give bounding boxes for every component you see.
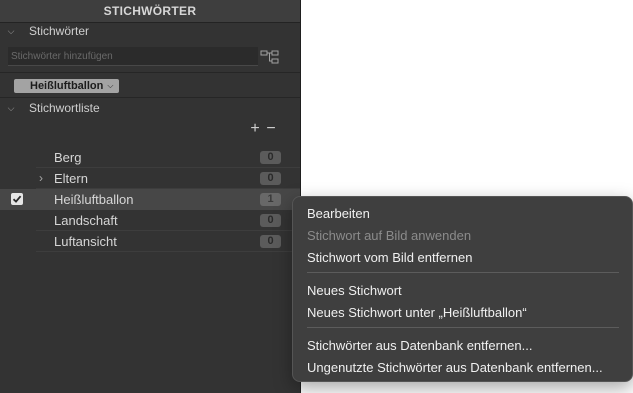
section-keyword-list-header[interactable]: ⌵ Stichwortliste [0, 98, 300, 118]
keyword-filter-chip[interactable]: Heißluftballon ⌵ [14, 79, 120, 93]
keyword-count-badge: 0 [260, 214, 281, 227]
keyword-row[interactable]: › Eltern 0 [0, 168, 300, 189]
chevron-down-icon[interactable]: ⌵ [6, 98, 16, 118]
checkmark-icon [12, 195, 22, 203]
menu-item-remove-keyword-from-image[interactable]: Stichwort vom Bild entfernen [307, 247, 472, 269]
menu-item-apply-keyword[interactable]: Stichwort auf Bild anwenden [307, 225, 471, 247]
menu-separator [307, 272, 619, 273]
menu-separator [307, 327, 619, 328]
menu-item-delete-unused-keywords[interactable]: Ungenutzte Stichwörter aus Datenbank ent… [307, 357, 603, 379]
section-keyword-list-label: Stichwortliste [29, 101, 100, 115]
keyword-count-badge: 0 [260, 151, 281, 164]
menu-item-new-child-keyword[interactable]: Neues Stichwort unter „Heißluftballon“ [307, 302, 527, 324]
keyword-count-badge: 1 [260, 193, 281, 206]
keyword-row-selected[interactable]: Heißluftballon 1 [0, 189, 300, 210]
panel-title: STICHWÖRTER [0, 0, 300, 23]
chevron-down-icon[interactable]: ⌵ [6, 21, 16, 41]
keyword-count-badge: 0 [260, 172, 281, 185]
keyword-checkbox[interactable] [11, 193, 23, 205]
menu-item-delete-keywords[interactable]: Stichwörter aus Datenbank entfernen... [307, 335, 532, 357]
hierarchy-icon [260, 50, 279, 64]
section-divider [0, 72, 300, 73]
add-keyword-input[interactable] [8, 47, 258, 66]
menu-item-edit[interactable]: Bearbeiten [307, 203, 370, 225]
context-menu: Bearbeiten Stichwort auf Bild anwenden S… [292, 196, 633, 382]
remove-keyword-button[interactable]: − [264, 121, 278, 137]
keyword-name: Eltern [54, 171, 88, 186]
keyword-name: Heißluftballon [54, 192, 134, 207]
section-keywords-header[interactable]: ⌵ Stichwörter [0, 21, 300, 41]
keywords-panel: STICHWÖRTER ⌵ Stichwörter Heißluftballon… [0, 0, 301, 393]
chevron-right-icon[interactable]: › [39, 168, 43, 189]
keyword-row[interactable]: Berg 0 [0, 147, 300, 168]
keyword-name: Berg [54, 150, 82, 165]
add-keyword-button[interactable]: + [248, 121, 262, 137]
keyword-name: Luftansicht [54, 234, 117, 249]
keyword-name: Landschaft [54, 213, 118, 228]
menu-item-new-keyword[interactable]: Neues Stichwort [307, 280, 402, 302]
keyword-row[interactable]: Landschaft 0 [0, 210, 300, 231]
filter-chip-label: Heißluftballon [30, 80, 104, 92]
keyword-row[interactable]: Luftansicht 0 [0, 231, 300, 252]
keyword-count-badge: 0 [260, 235, 281, 248]
chevron-down-icon: ⌵ [107, 81, 114, 90]
keyword-hierarchy-button[interactable] [260, 49, 280, 65]
section-keywords-label: Stichwörter [29, 24, 90, 38]
row-divider [36, 251, 300, 252]
